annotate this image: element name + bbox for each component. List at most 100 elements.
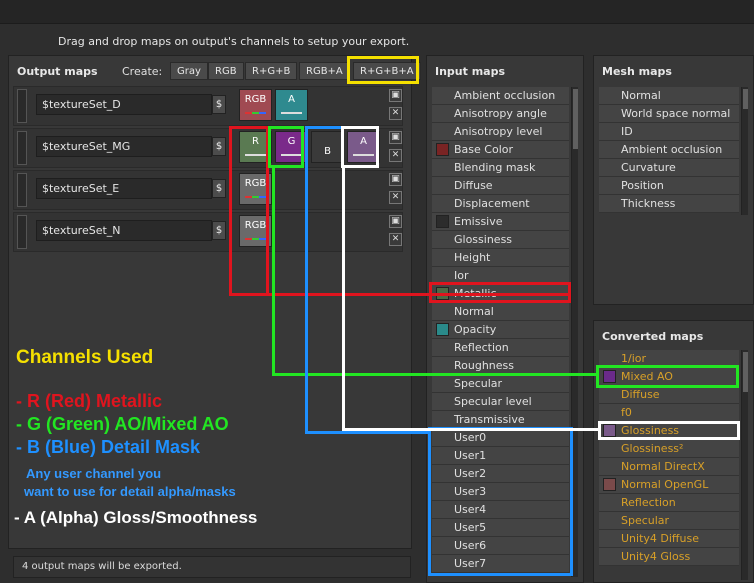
channel-a-slot[interactable]: A [347, 131, 380, 163]
input-map-item-emissive[interactable]: Emissive [432, 213, 569, 231]
mesh-map-item-ambient-occlusion[interactable]: Ambient occlusion [599, 141, 739, 159]
input-map-item-opacity[interactable]: Opacity [432, 321, 569, 339]
create-rgb-a-button[interactable]: RGB+A [299, 62, 350, 80]
close-icon[interactable]: ✕ [389, 107, 402, 120]
channel-label: A [360, 136, 367, 147]
variable-button[interactable]: $ [212, 221, 226, 240]
output-name-field[interactable]: $textureSet_N [36, 220, 212, 241]
input-map-item-label: Anisotropy level [454, 125, 543, 138]
input-map-item-user3[interactable]: User3 [432, 483, 569, 501]
create-gray-button[interactable]: Gray [170, 62, 208, 80]
output-map-row[interactable]: $textureSet_D $ RGB A ▣ ✕ [13, 86, 403, 126]
input-map-item-diffuse[interactable]: Diffuse [432, 177, 569, 195]
create-r-g-b-button[interactable]: R+G+B [245, 62, 298, 80]
input-map-item-displacement[interactable]: Displacement [432, 195, 569, 213]
channel-g-slot[interactable]: G [275, 131, 308, 163]
channel-label: RGB [244, 178, 267, 189]
mesh-map-item-position[interactable]: Position [599, 177, 739, 195]
mesh-map-item-normal[interactable]: Normal [599, 87, 739, 105]
output-map-row[interactable]: $textureSet_N $ RGB ▣ ✕ [13, 212, 403, 252]
drag-handle[interactable] [17, 173, 27, 207]
converted-map-item-mixed-ao[interactable]: Mixed AO [599, 368, 739, 386]
mesh-maps-title: Mesh maps [602, 65, 672, 78]
mesh-map-item-label: Curvature [621, 161, 676, 174]
converted-scrollbar[interactable] [741, 350, 748, 580]
channel-rgb-slot[interactable]: RGB [239, 89, 272, 121]
mesh-maps-list: Normal World space normal ID Ambient occlus… [599, 87, 739, 213]
output-name-field[interactable]: $textureSet_MG [36, 136, 212, 157]
mesh-map-item-curvature[interactable]: Curvature [599, 159, 739, 177]
input-map-item-anisotropy-angle[interactable]: Anisotropy angle [432, 105, 569, 123]
variable-button[interactable]: $ [212, 95, 226, 114]
input-map-item-roughness[interactable]: Roughness [432, 357, 569, 375]
input-map-item-normal[interactable]: Normal [432, 303, 569, 321]
converted-map-item-normal-opengl[interactable]: Normal OpenGL [599, 476, 739, 494]
input-map-item-label: Glossiness [454, 233, 513, 246]
converted-map-item-specular[interactable]: Specular [599, 512, 739, 530]
channel-rgb-slot[interactable]: RGB [239, 173, 272, 205]
output-name-field[interactable]: $textureSet_E [36, 178, 212, 199]
converted-map-item-1-ior[interactable]: 1/ior [599, 350, 739, 368]
input-map-item-user5[interactable]: User5 [432, 519, 569, 537]
input-map-item-glossiness[interactable]: Glossiness [432, 231, 569, 249]
mesh-map-item-world-space-normal[interactable]: World space normal [599, 105, 739, 123]
drag-handle[interactable] [17, 215, 27, 249]
close-icon[interactable]: ✕ [389, 233, 402, 246]
variable-button[interactable]: $ [212, 179, 226, 198]
input-map-item-label: Anisotropy angle [454, 107, 547, 120]
input-map-item-label: User7 [454, 557, 487, 570]
converted-map-item-glossiness[interactable]: Glossiness² [599, 440, 739, 458]
expand-icon[interactable]: ▣ [389, 89, 402, 102]
close-icon[interactable]: ✕ [389, 149, 402, 162]
annotation-green: - G (Green) AO/Mixed AO [16, 414, 229, 434]
input-scrollbar[interactable] [571, 87, 578, 577]
input-map-item-blending-mask[interactable]: Blending mask [432, 159, 569, 177]
converted-map-item-glossiness[interactable]: Glossiness [599, 422, 739, 440]
output-map-row[interactable]: $textureSet_MG $ R G B A ▣ ✕ [13, 128, 403, 168]
input-map-item-reflection[interactable]: Reflection [432, 339, 569, 357]
output-map-row[interactable]: $textureSet_E $ RGB ▣ ✕ [13, 170, 403, 210]
expand-icon[interactable]: ▣ [389, 173, 402, 186]
mesh-map-item-thickness[interactable]: Thickness [599, 195, 739, 213]
converted-map-item-reflection[interactable]: Reflection [599, 494, 739, 512]
input-map-item-user2[interactable]: User2 [432, 465, 569, 483]
converted-map-item-unity4-diffuse[interactable]: Unity4 Diffuse [599, 530, 739, 548]
mesh-scrollbar[interactable] [741, 87, 748, 215]
channel-rgb-slot[interactable]: RGB [239, 215, 272, 247]
input-map-item-user7[interactable]: User7 [432, 555, 569, 573]
input-map-item-user4[interactable]: User4 [432, 501, 569, 519]
output-name-field[interactable]: $textureSet_D [36, 94, 212, 115]
input-map-item-height[interactable]: Height [432, 249, 569, 267]
input-maps-panel: Input maps Ambient occlusion Anisotropy a… [426, 55, 584, 583]
input-map-item-base-color[interactable]: Base Color [432, 141, 569, 159]
drag-handle[interactable] [17, 89, 27, 123]
channel-b-slot[interactable]: B [311, 131, 344, 163]
input-map-item-anisotropy-level[interactable]: Anisotropy level [432, 123, 569, 141]
expand-icon[interactable]: ▣ [389, 215, 402, 228]
input-map-item-specular[interactable]: Specular [432, 375, 569, 393]
drag-handle[interactable] [17, 131, 27, 165]
expand-icon[interactable]: ▣ [389, 131, 402, 144]
input-map-item-metallic[interactable]: Metallic [432, 285, 569, 303]
create-rgb-button[interactable]: RGB [208, 62, 244, 80]
create-r-g-b-a-button[interactable]: R+G+B+A [353, 62, 421, 80]
converted-map-item-unity4-gloss[interactable]: Unity4 Gloss [599, 548, 739, 566]
mesh-map-item-id[interactable]: ID [599, 123, 739, 141]
converted-map-item-diffuse[interactable]: Diffuse [599, 386, 739, 404]
converted-map-item-normal-directx[interactable]: Normal DirectX [599, 458, 739, 476]
input-map-item-transmissive[interactable]: Transmissive [432, 411, 569, 429]
converted-map-item-label: Glossiness [621, 424, 680, 437]
channel-a-slot[interactable]: A [275, 89, 308, 121]
input-map-item-ambient-occlusion[interactable]: Ambient occlusion [432, 87, 569, 105]
variable-button[interactable]: $ [212, 137, 226, 156]
converted-map-item-label: Unity4 Diffuse [621, 532, 699, 545]
input-map-item-user6[interactable]: User6 [432, 537, 569, 555]
input-map-item-user1[interactable]: User1 [432, 447, 569, 465]
converted-map-item-f0[interactable]: f0 [599, 404, 739, 422]
channel-r-slot[interactable]: R [239, 131, 272, 163]
input-map-item-ior[interactable]: Ior [432, 267, 569, 285]
close-icon[interactable]: ✕ [389, 191, 402, 204]
input-map-item-specular-level[interactable]: Specular level [432, 393, 569, 411]
input-map-item-label: Metallic [454, 287, 497, 300]
input-map-item-user0[interactable]: User0 [432, 429, 569, 447]
